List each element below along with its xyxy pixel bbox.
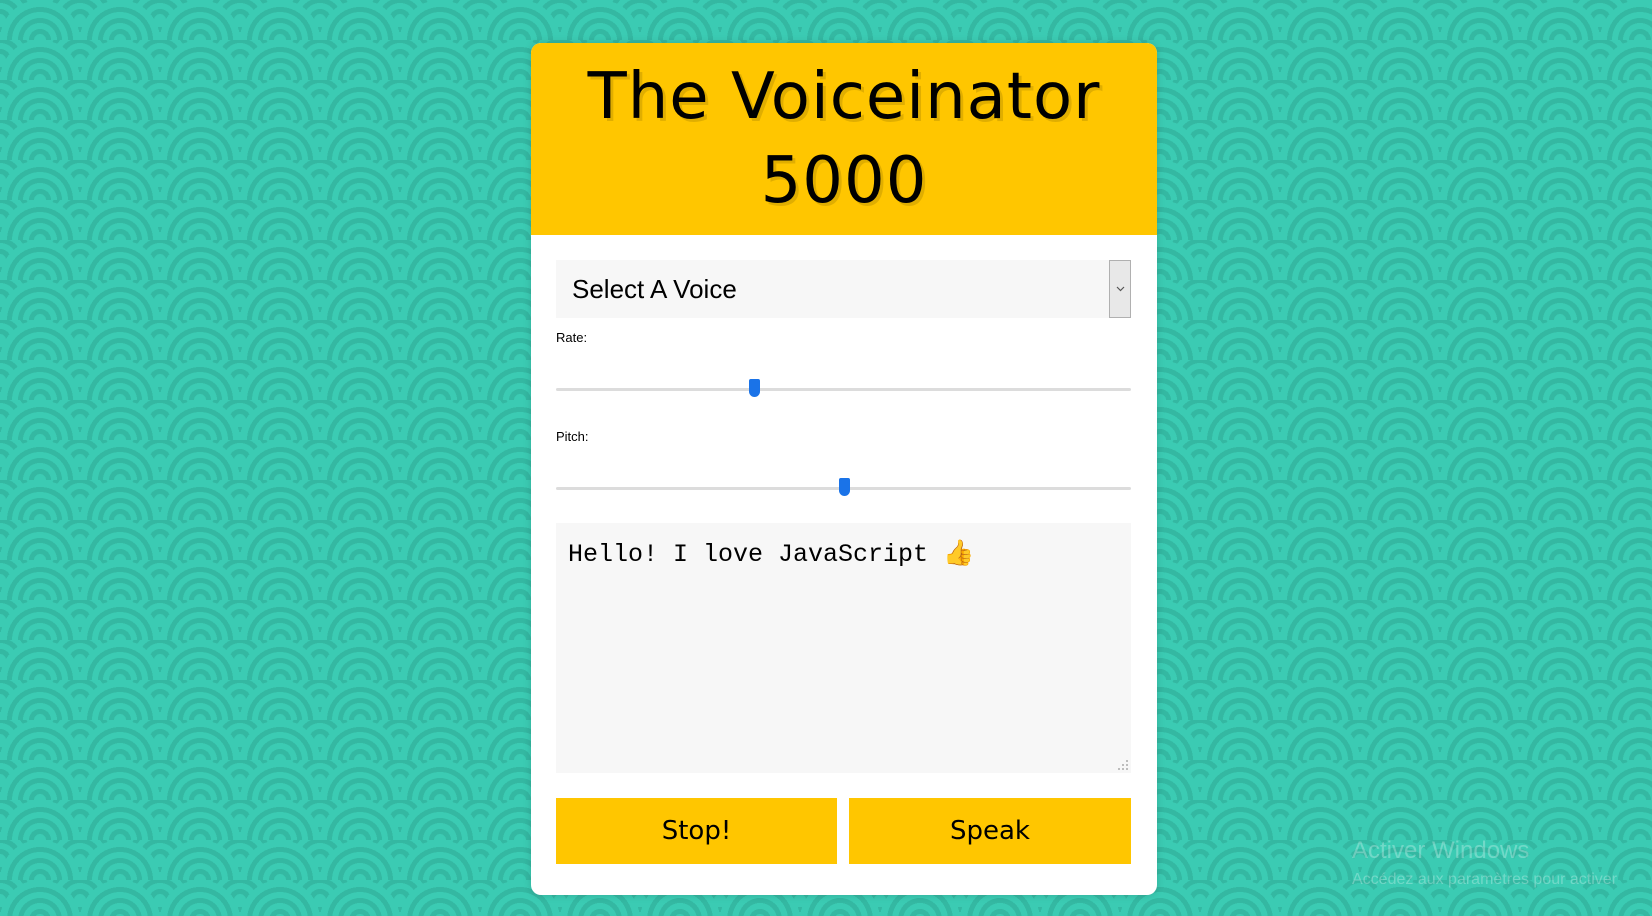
- pitch-slider-thumb[interactable]: [838, 478, 850, 496]
- app-header: The Voiceinator 5000: [531, 43, 1157, 235]
- app-title-line1: The Voiceinator: [587, 60, 1101, 134]
- windows-activation-watermark: Activer Windows Accédez aux paramètres p…: [1352, 837, 1617, 891]
- rate-slider-track[interactable]: [556, 388, 1131, 391]
- watermark-title: Activer Windows: [1352, 837, 1530, 864]
- controls-panel: Select A Voice Rate: Pitch: Hello! I lov…: [556, 260, 1131, 864]
- voice-select-value: Select A Voice: [572, 274, 737, 304]
- resize-handle-icon[interactable]: [1117, 759, 1129, 771]
- voiceinator-card: The Voiceinator 5000 Select A Voice Rate…: [531, 43, 1157, 895]
- stop-button[interactable]: Stop!: [556, 798, 837, 864]
- speak-button[interactable]: Speak: [849, 798, 1131, 864]
- speech-text-value: Hello! I love JavaScript 👍: [568, 540, 975, 569]
- voice-select[interactable]: Select A Voice: [556, 260, 1131, 318]
- watermark-subtitle: Accédez aux paramètres pour activer: [1352, 871, 1618, 888]
- pitch-label: Pitch:: [556, 429, 589, 444]
- rate-slider[interactable]: [556, 346, 1131, 429]
- speech-text-input[interactable]: Hello! I love JavaScript 👍: [556, 523, 1131, 773]
- rate-label: Rate:: [556, 330, 588, 345]
- pitch-slider[interactable]: [556, 445, 1131, 528]
- app-title-line2: 5000: [760, 144, 928, 218]
- app-title: The Voiceinator 5000: [588, 55, 1101, 223]
- chevron-down-icon[interactable]: [1109, 260, 1131, 318]
- rate-slider-thumb[interactable]: [749, 379, 761, 397]
- button-row: Stop! Speak: [556, 798, 1131, 864]
